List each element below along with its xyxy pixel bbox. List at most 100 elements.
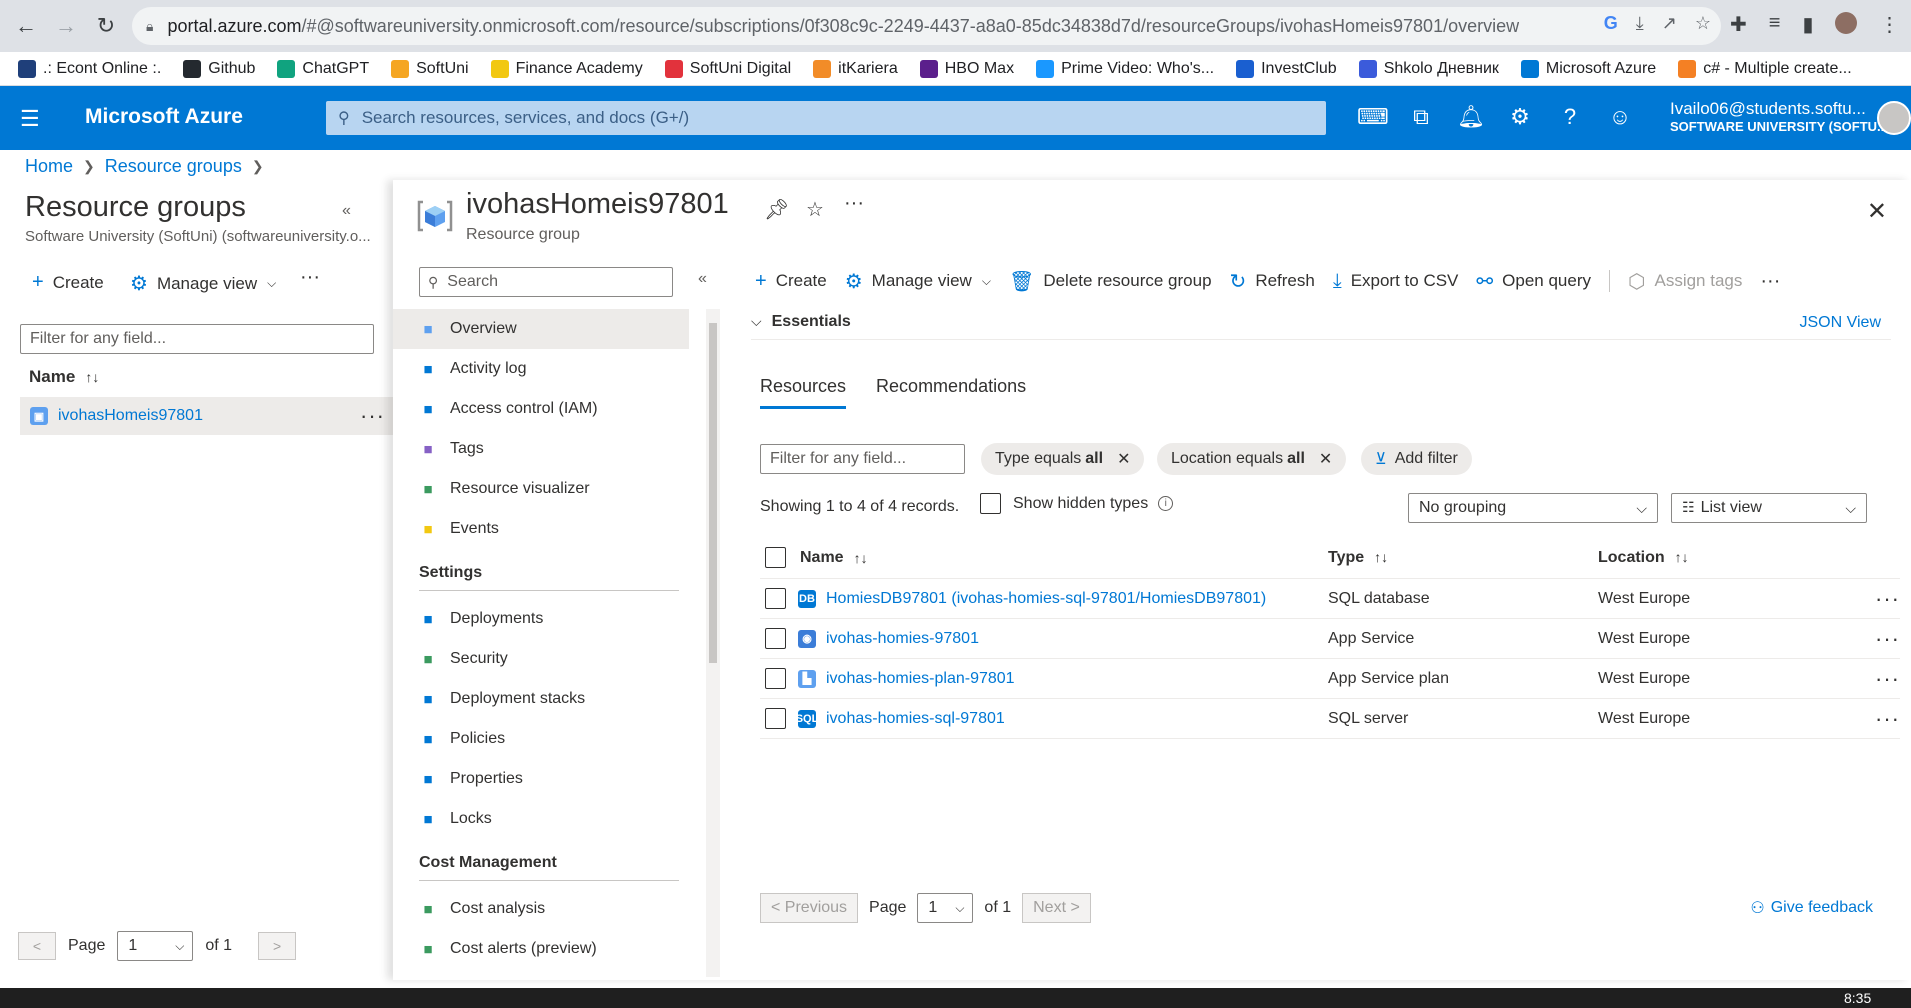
next-page-button[interactable]: > xyxy=(258,932,297,960)
menu-search-input[interactable]: ⚲ Search xyxy=(419,267,673,297)
bookmark-item[interactable]: itKariera xyxy=(813,59,898,78)
row-checkbox[interactable] xyxy=(765,588,786,609)
resource-filter-input[interactable]: Filter for any field... xyxy=(760,444,965,474)
page-select[interactable]: 1 ⌵ xyxy=(117,931,194,961)
previous-page-button[interactable]: < xyxy=(18,932,56,960)
row-checkbox[interactable] xyxy=(765,668,786,689)
back-icon[interactable]: ← xyxy=(10,10,42,42)
menu-item-policies[interactable]: ■ Policies xyxy=(419,719,689,759)
bookmark-item[interactable]: ChatGPT xyxy=(277,59,369,78)
resource-name-link[interactable]: ivohas-homies-sql-97801 xyxy=(826,710,1005,728)
address-bar[interactable]: 🔒︎ portal.azure.com/#@softwareuniversity… xyxy=(132,7,1721,45)
resource-name-link[interactable]: ivohas-homies-97801 xyxy=(826,630,979,648)
show-hidden-types[interactable]: Show hidden types i xyxy=(980,493,1174,514)
star-icon[interactable]: ☆ xyxy=(1695,13,1711,34)
type-column-header[interactable]: Type ↑↓ xyxy=(1328,549,1598,567)
menu-item-resource-visualizer[interactable]: ■ Resource visualizer xyxy=(419,469,689,509)
share-icon[interactable]: ↗ xyxy=(1662,13,1677,34)
pin-icon[interactable]: 📌︎ xyxy=(764,197,789,222)
close-icon[interactable]: ✕ xyxy=(1867,197,1887,226)
row-checkbox[interactable] xyxy=(765,708,786,729)
collapse-menu-icon[interactable]: « xyxy=(698,270,707,288)
menu-item-access-control-iam[interactable]: ■ Access control (IAM) xyxy=(419,389,689,429)
bookmark-item[interactable]: HBO Max xyxy=(919,59,1014,78)
extensions-icon[interactable]: ✚ xyxy=(1730,12,1747,37)
assign-tags-button[interactable]: ⬡ Assign tags xyxy=(1628,269,1742,294)
feedback-icon[interactable]: ☺ xyxy=(1606,104,1634,130)
favorite-star-icon[interactable]: ☆ xyxy=(806,197,824,222)
create-button[interactable]: + Create xyxy=(755,270,827,293)
manage-view-button[interactable]: ⚙ Manage view ⌵ xyxy=(845,269,991,294)
bookmark-item[interactable]: SoftUni xyxy=(391,59,469,78)
breadcrumb-resource-groups[interactable]: Resource groups xyxy=(105,156,242,177)
bookmark-item[interactable]: Shkolo Дневник xyxy=(1358,59,1499,78)
more-icon[interactable]: ··· xyxy=(360,403,385,429)
previous-button[interactable]: < Previous xyxy=(760,893,859,923)
profile-avatar-icon[interactable] xyxy=(1835,12,1858,34)
scrollbar-thumb[interactable] xyxy=(709,323,717,663)
create-button[interactable]: + Create xyxy=(32,271,104,294)
bookmark-item[interactable]: c# - Multiple create... xyxy=(1678,59,1852,78)
bookmark-item[interactable]: Github xyxy=(183,59,255,78)
location-filter-pill[interactable]: Location equals all ✕ xyxy=(1157,443,1347,475)
table-row[interactable]: ▙ ivohas-homies-plan-97801 App Service pla… xyxy=(760,659,1900,699)
resource-group-link[interactable]: ivohasHomeis97801 xyxy=(58,407,203,425)
name-column-header[interactable]: Name ↑↓ xyxy=(798,549,1328,567)
more-icon[interactable]: ··· xyxy=(1875,586,1900,612)
collapse-icon[interactable]: « xyxy=(342,202,351,220)
more-icon[interactable]: ··· xyxy=(300,266,320,289)
refresh-button[interactable]: ↻ Refresh xyxy=(1230,269,1315,294)
manage-view-button[interactable]: ⚙ Manage view ⌵ xyxy=(130,271,276,296)
settings-gear-icon[interactable]: ⚙ xyxy=(1506,104,1534,130)
google-icon[interactable]: G xyxy=(1604,13,1618,34)
name-column-header[interactable]: Name ↑↓ xyxy=(29,367,99,387)
bookmark-item[interactable]: Finance Academy xyxy=(490,59,643,78)
grouping-dropdown[interactable]: No grouping ⌵ xyxy=(1408,493,1658,523)
open-query-button[interactable]: ⚯ Open query xyxy=(1476,269,1591,294)
menu-scrollbar[interactable] xyxy=(706,309,720,977)
row-checkbox[interactable] xyxy=(765,628,786,649)
info-icon[interactable]: i xyxy=(1158,496,1174,511)
select-all-checkbox[interactable] xyxy=(765,547,786,568)
menu-item-events[interactable]: ■ Events xyxy=(419,509,689,549)
menu-item-deployment-stacks[interactable]: ■ Deployment stacks xyxy=(419,679,689,719)
global-search-input[interactable]: ⚲ Search resources, services, and docs (… xyxy=(326,101,1326,135)
install-icon[interactable]: ⤓ xyxy=(1636,13,1644,34)
more-icon[interactable]: ··· xyxy=(844,192,864,215)
show-hidden-checkbox[interactable] xyxy=(980,493,1001,514)
browser-menu-icon[interactable]: ⋮ xyxy=(1879,12,1899,37)
export-csv-button[interactable]: ⤓ Export to CSV xyxy=(1333,270,1459,293)
json-view-link[interactable]: JSON View xyxy=(1799,314,1881,332)
table-row[interactable]: DB HomiesDB97801 (ivohas-homies-sql-97801… xyxy=(760,579,1900,619)
cloud-shell-icon[interactable]: ⌨ xyxy=(1357,104,1389,130)
menu-item-deployments[interactable]: ■ Deployments xyxy=(419,599,689,639)
notifications-bell-icon[interactable]: 🔔︎ xyxy=(1457,104,1485,130)
remove-filter-icon[interactable]: ✕ xyxy=(1117,449,1130,469)
add-filter-button[interactable]: ⊻ Add filter xyxy=(1361,443,1472,475)
remove-filter-icon[interactable]: ✕ xyxy=(1319,449,1332,469)
hamburger-menu-icon[interactable]: ☰ xyxy=(20,106,40,132)
more-icon[interactable]: ··· xyxy=(1875,706,1900,732)
menu-item-locks[interactable]: ■ Locks xyxy=(419,799,689,839)
reload-icon[interactable]: ↻ xyxy=(90,10,122,42)
forward-icon[interactable]: → xyxy=(50,10,82,42)
more-icon[interactable]: ··· xyxy=(1875,666,1900,692)
menu-item-security[interactable]: ■ Security xyxy=(419,639,689,679)
page-select[interactable]: 1 ⌵ xyxy=(917,893,974,923)
bookmark-item[interactable]: .: Econt Online :. xyxy=(18,59,161,78)
give-feedback-link[interactable]: ⚇ Give feedback xyxy=(1750,898,1873,918)
table-row[interactable]: ▣ ivohasHomeis97801 ··· xyxy=(20,397,393,435)
menu-item-properties[interactable]: ■ Properties xyxy=(419,759,689,799)
location-column-header[interactable]: Location ↑↓ xyxy=(1598,549,1838,567)
bookmark-item[interactable]: InvestClub xyxy=(1236,59,1337,78)
breadcrumb-home[interactable]: Home xyxy=(25,156,73,177)
view-dropdown[interactable]: ☷ List view ⌵ xyxy=(1671,493,1867,523)
side-panel-icon[interactable]: ▮ xyxy=(1802,12,1813,37)
tab-recommendations[interactable]: Recommendations xyxy=(876,376,1026,409)
more-icon[interactable]: ··· xyxy=(1875,626,1900,652)
reading-list-icon[interactable]: ≡ xyxy=(1769,12,1781,37)
account-menu[interactable]: Ivailo06@students.softu... SOFTWARE UNIV… xyxy=(1670,99,1888,134)
menu-item-tags[interactable]: ■ Tags xyxy=(419,429,689,469)
resource-name-link[interactable]: HomiesDB97801 (ivohas-homies-sql-97801/H… xyxy=(826,590,1266,608)
more-icon[interactable]: ··· xyxy=(1760,270,1780,293)
